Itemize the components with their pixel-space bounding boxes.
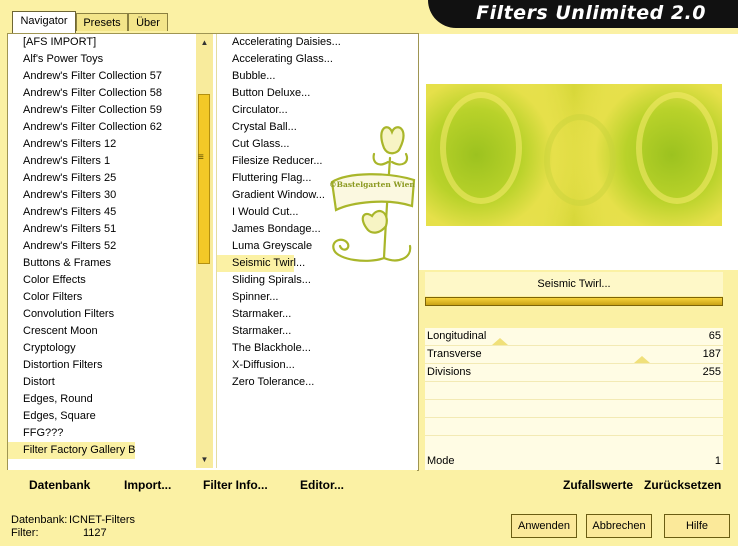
- filter-name-label: Seismic Twirl...: [425, 272, 723, 296]
- filter-item[interactable]: Starmaker...: [217, 323, 417, 340]
- category-item[interactable]: Edges, Round: [8, 391, 196, 408]
- category-item[interactable]: Buttons & Frames: [8, 255, 196, 272]
- param-label: Longitudinal: [427, 330, 487, 342]
- category-list[interactable]: [AFS IMPORT] Alf's Power Toys Andrew's Fil…: [8, 34, 196, 468]
- param-row-divisions[interactable]: Divisions 255: [425, 364, 723, 382]
- app-title: Filters Unlimited 2.0: [476, 2, 706, 24]
- cancel-button[interactable]: Abbrechen: [586, 514, 652, 538]
- category-item[interactable]: Edges, Square: [8, 408, 196, 425]
- preview-image: [426, 84, 722, 226]
- param-value: 187: [702, 348, 721, 360]
- slider-marker[interactable]: [634, 356, 651, 363]
- category-item[interactable]: Cryptology: [8, 340, 196, 357]
- param-row-transverse[interactable]: Transverse 187: [425, 346, 723, 364]
- category-item[interactable]: Distortion Filters: [8, 357, 196, 374]
- category-item[interactable]: Distort: [8, 374, 196, 391]
- param-label: Transverse: [427, 348, 482, 360]
- mode-row[interactable]: Mode 1: [425, 452, 723, 470]
- reset-button[interactable]: Zurücksetzen: [644, 478, 721, 492]
- help-button[interactable]: Hilfe: [664, 514, 730, 538]
- category-item[interactable]: Alf's Power Toys: [8, 51, 196, 68]
- tab-navigator[interactable]: Navigator: [12, 11, 76, 33]
- twirl-ring: [440, 92, 522, 204]
- filter-item[interactable]: Circulator...: [217, 102, 417, 119]
- slider-marker[interactable]: [491, 338, 508, 345]
- watermark-text: ©Bastelgarten Wien: [329, 180, 415, 189]
- filter-item[interactable]: Button Deluxe...: [217, 85, 417, 102]
- mode-value: 1: [714, 455, 721, 467]
- tab-strip: Navigator Presets Über: [0, 0, 430, 34]
- editor-button[interactable]: Editor...: [300, 478, 344, 492]
- status-filter-label: Filter:: [11, 527, 39, 539]
- random-values-button[interactable]: Zufallswerte: [563, 478, 633, 492]
- category-item[interactable]: Andrew's Filters 51: [8, 221, 196, 238]
- twirl-ring: [636, 92, 718, 204]
- navigator-buttons: Datenbank Import... Filter Info... Edito…: [7, 470, 417, 496]
- category-item[interactable]: Crescent Moon: [8, 323, 196, 340]
- status-filter-count: 1127: [83, 527, 107, 539]
- category-item[interactable]: Andrew's Filters 12: [8, 136, 196, 153]
- param-row-longitudinal[interactable]: Longitudinal 65: [425, 328, 723, 346]
- category-item[interactable]: Andrew's Filters 1: [8, 153, 196, 170]
- scroll-up-icon[interactable]: ▲: [196, 34, 213, 51]
- filter-item[interactable]: Starmaker...: [217, 306, 417, 323]
- category-item[interactable]: Color Filters: [8, 289, 196, 306]
- scroll-thumb[interactable]: [198, 94, 210, 264]
- import-button[interactable]: Import...: [124, 478, 171, 492]
- filter-item[interactable]: Sliding Spirals...: [217, 272, 417, 289]
- category-item[interactable]: Andrew's Filters 30: [8, 187, 196, 204]
- param-value: 255: [702, 366, 721, 378]
- filter-item[interactable]: Spinner...: [217, 289, 417, 306]
- param-label: Divisions: [427, 366, 472, 378]
- filter-info-button[interactable]: Filter Info...: [203, 478, 268, 492]
- status-db-label: Datenbank:: [11, 514, 68, 526]
- tab-presets[interactable]: Presets: [76, 13, 128, 31]
- scroll-down-icon[interactable]: ▼: [196, 451, 213, 468]
- parameters-panel: Longitudinal 65 Transverse 187 Divisions…: [425, 310, 723, 470]
- category-item[interactable]: [AFS IMPORT]: [8, 34, 196, 51]
- separator-bar: [425, 297, 723, 306]
- apply-button[interactable]: Anwenden: [511, 514, 577, 538]
- filter-item[interactable]: Bubble...: [217, 68, 417, 85]
- filter-item[interactable]: The Blackhole...: [217, 340, 417, 357]
- category-item[interactable]: Filter Factory Gallery B: [8, 442, 135, 459]
- category-item[interactable]: Andrew's Filter Collection 59: [8, 102, 196, 119]
- param-row-empty: [425, 400, 723, 418]
- status-area: Datenbank: ICNET-Filters Filter: 1127: [11, 514, 135, 540]
- filter-item[interactable]: Accelerating Glass...: [217, 51, 417, 68]
- category-item[interactable]: FFG???: [8, 425, 196, 442]
- category-item[interactable]: Andrew's Filter Collection 58: [8, 85, 196, 102]
- category-scrollbar[interactable]: ▲ ≡ ▼: [196, 34, 213, 468]
- grip-icon: ≡: [198, 152, 204, 163]
- filter-item[interactable]: Accelerating Daisies...: [217, 34, 417, 51]
- category-item[interactable]: Andrew's Filters 25: [8, 170, 196, 187]
- mode-label: Mode: [427, 455, 455, 467]
- category-item[interactable]: Andrew's Filter Collection 57: [8, 68, 196, 85]
- database-button[interactable]: Datenbank: [29, 478, 90, 492]
- filter-item[interactable]: X-Diffusion...: [217, 357, 417, 374]
- category-item[interactable]: Andrew's Filter Collection 62: [8, 119, 196, 136]
- category-item[interactable]: Andrew's Filters 45: [8, 204, 196, 221]
- filter-item[interactable]: Zero Tolerance...: [217, 374, 417, 391]
- watermark-flower-logo: ©Bastelgarten Wien: [329, 126, 415, 262]
- param-value: 65: [708, 330, 721, 342]
- category-item[interactable]: Andrew's Filters 52: [8, 238, 196, 255]
- tab-ueber[interactable]: Über: [128, 13, 168, 31]
- param-row-empty: [425, 382, 723, 400]
- category-item[interactable]: Color Effects: [8, 272, 196, 289]
- status-db-value: ICNET-Filters: [69, 514, 135, 526]
- twirl-ring: [544, 114, 616, 206]
- filter-item[interactable]: Seismic Twirl...: [217, 255, 305, 272]
- title-band: Filters Unlimited 2.0: [428, 0, 738, 28]
- param-row-empty: [425, 418, 723, 436]
- category-item[interactable]: Convolution Filters: [8, 306, 196, 323]
